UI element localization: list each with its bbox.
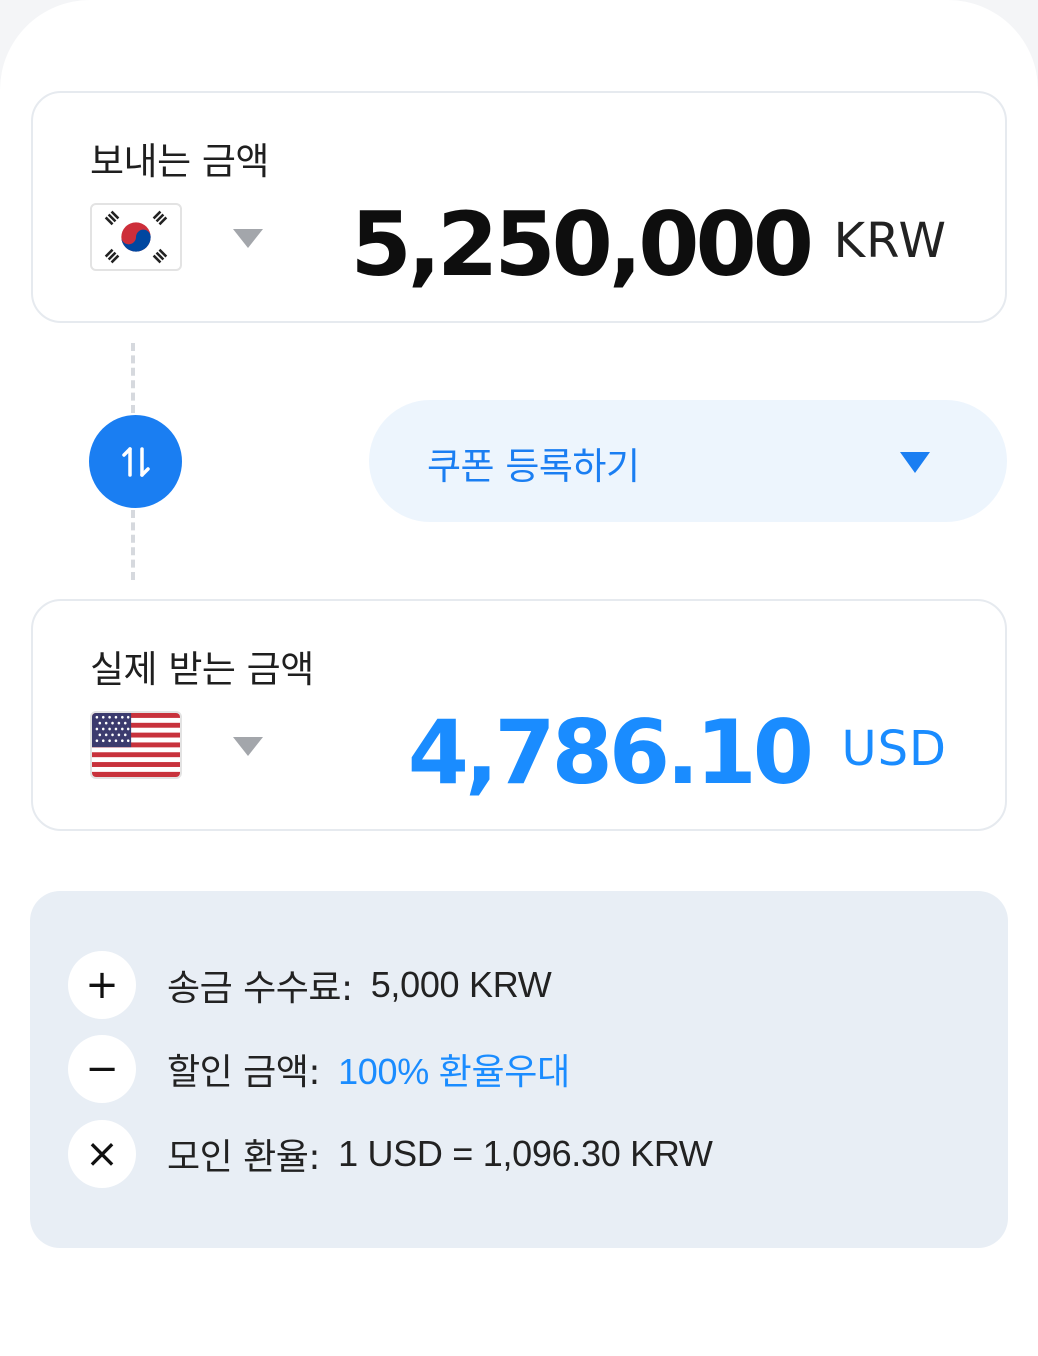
coupon-register-label: 쿠폰 등록하기 [427,445,640,488]
fee-label: 송금 수수료: [167,968,353,1009]
fee-summary-panel: + 송금 수수료: 5,000 KRW − 할인 금액: 100% 환율우대 ×… [30,891,1008,1248]
united-states-flag-icon[interactable] [90,711,182,779]
send-amount-label: 보내는 금액 [90,140,269,183]
send-currency-code: KRW [833,213,947,269]
exchange-rate-row: × 모인 환율: 1 USD = 1,096.30 KRW [68,1120,713,1188]
send-amount-card: 보내는 금액 5,250,000 KRW [31,91,1007,323]
chevron-down-icon [900,452,930,473]
receive-amount-label: 실제 받는 금액 [90,648,314,691]
fee-value: 5,000 KRW [370,964,552,1005]
send-amount-value[interactable]: 5,250,000 [351,193,814,296]
south-korea-flag-icon[interactable] [90,203,182,271]
plus-icon: + [68,951,136,1019]
receive-currency-code: USD [841,721,947,777]
discount-row: − 할인 금액: 100% 환율우대 [68,1035,570,1103]
discount-value: 100% 환율우대 [338,1051,570,1092]
receive-amount-card: 실제 받는 금액 4,786.10 USD [31,599,1007,831]
send-currency-dropdown-icon[interactable] [233,229,263,248]
receive-currency-dropdown-icon[interactable] [233,737,263,756]
minus-icon: − [68,1035,136,1103]
exchange-rate-label: 모인 환율: [167,1137,321,1178]
connector-line-bottom [131,510,135,580]
remittance-calculator-sheet: 보내는 금액 5,250,000 KRW 쿠폰 등록하기 실제 받는 금액 4,… [0,0,1038,1356]
discount-label: 할인 금액: [167,1052,321,1093]
exchange-rate-value: 1 USD = 1,096.30 KRW [338,1133,713,1174]
swap-button[interactable] [89,415,182,508]
coupon-register-dropdown[interactable]: 쿠폰 등록하기 [369,400,1007,522]
receive-amount-value: 4,786.10 [407,701,814,804]
multiply-icon: × [68,1120,136,1188]
fee-row: + 송금 수수료: 5,000 KRW [68,951,552,1019]
swap-arrows-icon [121,446,150,477]
connector-line-top [131,343,135,413]
